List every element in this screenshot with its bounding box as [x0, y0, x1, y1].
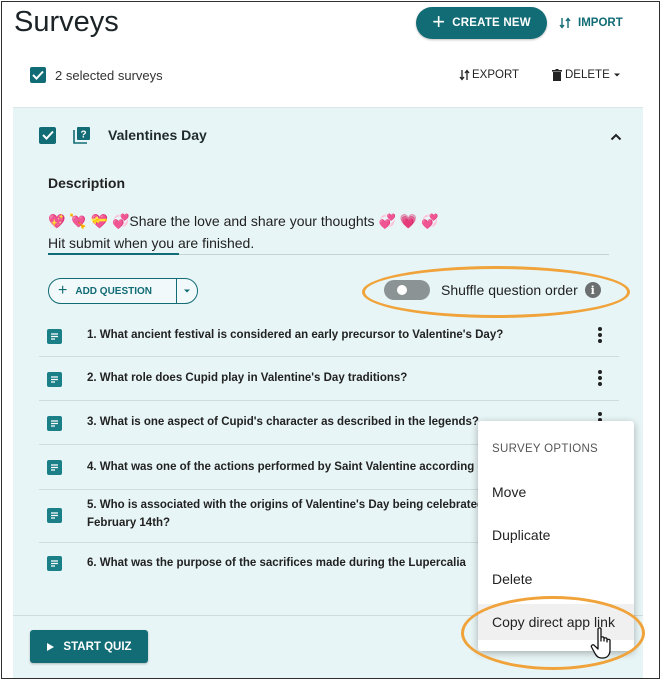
more-options-icon[interactable]: [597, 370, 603, 388]
question-icon: [47, 372, 62, 387]
select-all-checkbox[interactable]: [30, 67, 46, 83]
menu-item-duplicate[interactable]: Duplicate: [478, 517, 634, 553]
question-text: 4. What was one of the actions performed…: [87, 461, 475, 473]
description-line-1: 💖 💘 💝 💞Share the love and share your tho…: [48, 213, 439, 229]
create-new-button[interactable]: + CREATE NEW: [416, 7, 547, 39]
plus-icon: +: [432, 8, 446, 34]
play-icon: [47, 642, 55, 651]
check-icon: [32, 70, 44, 80]
start-quiz-label: START QUIZ: [63, 640, 132, 653]
trash-icon: [552, 69, 562, 81]
more-options-icon[interactable]: [597, 327, 603, 345]
shuffle-label: Shuffle question order: [441, 282, 578, 298]
chevron-up-icon: [610, 133, 622, 141]
export-label: EXPORT: [472, 69, 520, 81]
plus-icon: +: [58, 282, 68, 299]
description-field[interactable]: 💖 💘 💝 💞Share the love and share your tho…: [48, 210, 439, 254]
export-button[interactable]: EXPORT: [459, 69, 519, 81]
check-icon: [41, 130, 54, 140]
start-quiz-button[interactable]: START QUIZ: [30, 630, 148, 663]
question-icon: [47, 460, 62, 475]
shuffle-toggle[interactable]: [384, 280, 430, 300]
import-label: IMPORT: [578, 17, 623, 29]
question-icon: [47, 416, 62, 431]
import-button[interactable]: IMPORT: [559, 14, 623, 32]
info-icon[interactable]: i: [584, 282, 601, 298]
shuffle-control: Shuffle question order i: [384, 280, 601, 300]
add-question-label: ADD QUESTION: [75, 285, 153, 297]
svg-text:?: ?: [80, 130, 86, 141]
question-text: 2. What role does Cupid play in Valentin…: [87, 372, 408, 384]
survey-header: ? Valentines Day: [39, 126, 207, 144]
toggle-knob: [397, 285, 407, 295]
delete-button[interactable]: DELETE: [552, 69, 621, 81]
description-label: Description: [48, 175, 126, 191]
question-icon: [47, 508, 62, 523]
survey-checkbox[interactable]: [39, 126, 56, 144]
question-text: 6. What was the purpose of the sacrifice…: [87, 557, 466, 569]
survey-title: Valentines Day: [108, 127, 207, 143]
hand-cursor-icon: [590, 627, 611, 659]
delete-label: DELETE: [565, 69, 610, 81]
question-icon: [47, 556, 62, 571]
selected-count-label: 2 selected surveys: [55, 67, 163, 83]
description-underline-active: [48, 253, 179, 255]
create-new-label: CREATE NEW: [452, 17, 531, 29]
add-question-button[interactable]: + ADD QUESTION: [49, 279, 176, 303]
question-row[interactable]: 2. What role does Cupid play in Valentin…: [39, 357, 619, 401]
add-question-split-button: + ADD QUESTION: [48, 278, 198, 304]
description-line-2: Hit submit when you are finished.: [48, 235, 255, 251]
export-icon: [459, 69, 470, 81]
add-question-dropdown[interactable]: [177, 288, 197, 294]
caret-down-icon: [613, 73, 620, 77]
survey-quiz-icon: ?: [73, 127, 90, 144]
survey-options-menu: SURVEY OPTIONS Move Duplicate Delete Cop…: [478, 421, 634, 651]
menu-item-delete[interactable]: Delete: [478, 561, 634, 597]
app-window: Surveys + CREATE NEW IMPORT 2 selected s…: [1, 1, 660, 679]
import-icon: [559, 17, 571, 29]
caret-down-icon: [184, 289, 190, 293]
question-text: 3. What is one aspect of Cupid's charact…: [87, 416, 479, 428]
menu-header: SURVEY OPTIONS: [492, 443, 599, 455]
question-text: 1. What ancient festival is considered a…: [87, 329, 504, 341]
question-text: 5. Who is associated with the origins of…: [87, 499, 502, 529]
page-title: Surveys: [14, 6, 119, 38]
menu-item-move[interactable]: Move: [478, 474, 634, 510]
question-row[interactable]: 1. What ancient festival is considered a…: [39, 318, 619, 357]
selection-summary: 2 selected surveys: [30, 67, 163, 83]
question-icon: [47, 329, 62, 344]
collapse-button[interactable]: [610, 128, 622, 146]
